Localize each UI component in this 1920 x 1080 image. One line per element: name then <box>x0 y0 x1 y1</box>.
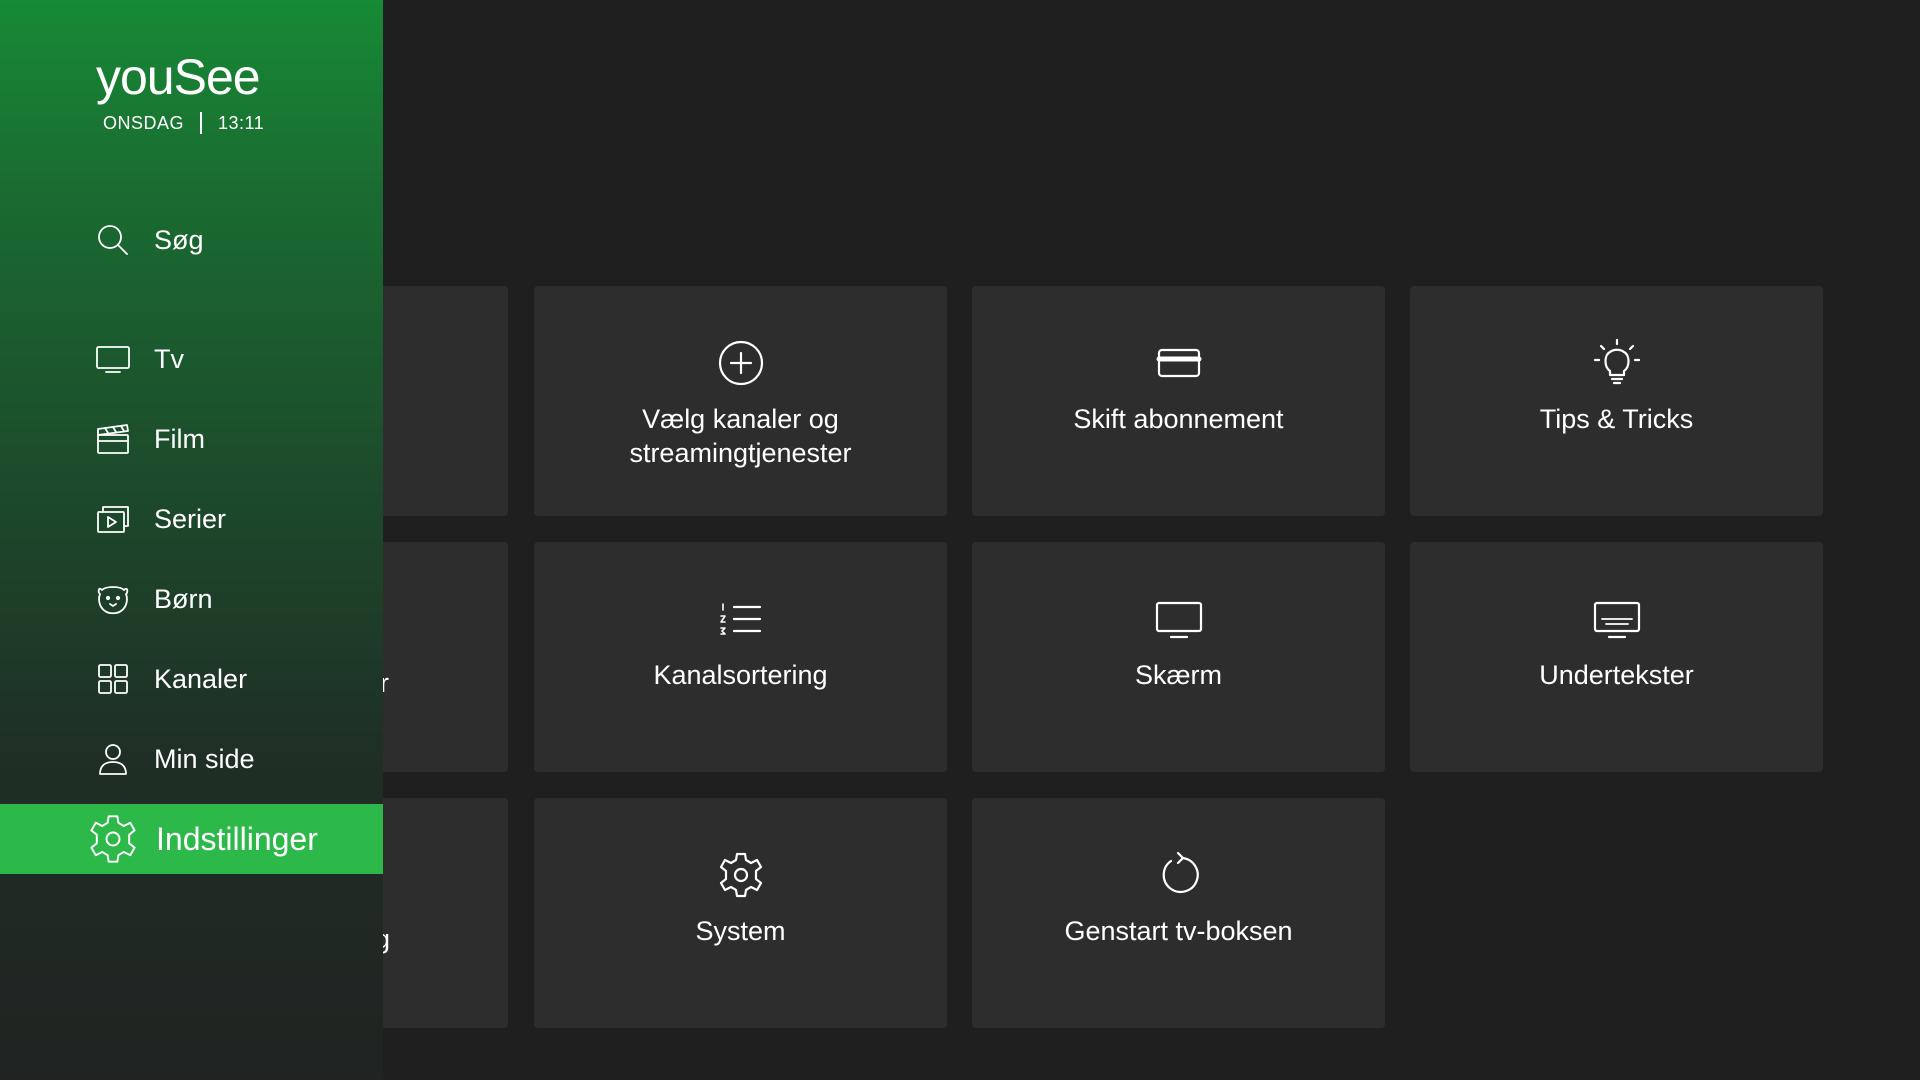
sidebar-item-label: Søg <box>154 224 204 255</box>
sidebar-item-label: Indstillinger <box>156 820 318 857</box>
brand-header: youSee ONSDAG 13:11 <box>96 48 264 134</box>
grid-icon <box>94 660 132 698</box>
tile-channel-sorting[interactable]: Kanalsortering <box>534 542 947 772</box>
tile-label: Kanalsortering <box>653 660 828 690</box>
tile-choose-channels[interactable]: Vælg kanaler og streamingtjenester <box>534 286 947 516</box>
date-time: ONSDAG 13:11 <box>103 112 264 134</box>
sidebar-item-channels[interactable]: Kanaler <box>0 644 383 714</box>
tile-label: System <box>695 916 786 946</box>
restart-icon <box>1154 850 1204 900</box>
sidebar-item-label: Min side <box>154 743 255 774</box>
sidebar-item-label: Film <box>154 423 205 454</box>
yousee-logo: youSee <box>96 49 261 105</box>
tile-subtitles[interactable]: Undertekster <box>1410 542 1823 772</box>
divider <box>200 112 203 134</box>
settings-screen: r g Vælg kanaler og streamingtjenester S… <box>0 0 1920 1080</box>
tile-label: Tips & Tricks <box>1539 404 1694 434</box>
tv-icon <box>94 340 132 378</box>
sidebar-item-kids[interactable]: Børn <box>0 564 383 634</box>
tile-label: Vælg kanaler og streamingtjenester <box>629 404 852 468</box>
clock-label: 13:11 <box>218 112 265 133</box>
weekday-label: ONSDAG <box>103 112 185 133</box>
clapperboard-icon <box>94 420 132 458</box>
tile-label: Skærm <box>1135 660 1222 690</box>
tile-tips-tricks[interactable]: Tips & Tricks <box>1410 286 1823 516</box>
sidebar-item-settings[interactable]: Indstillinger <box>0 804 383 874</box>
sidebar-item-series[interactable]: Serier <box>0 484 383 554</box>
lightbulb-icon <box>1592 338 1642 388</box>
search-icon <box>94 221 132 259</box>
tile-change-subscription[interactable]: Skift abonnement <box>972 286 1385 516</box>
user-icon <box>94 740 132 778</box>
numbered-list-icon <box>716 594 766 644</box>
sidebar-item-label: Børn <box>154 583 213 614</box>
sidebar-item-search[interactable]: Søg <box>0 205 383 275</box>
gear-icon <box>86 812 140 866</box>
gear-icon <box>716 850 766 900</box>
tile-label: Genstart tv-boksen <box>1064 916 1293 946</box>
subtitles-icon <box>1592 594 1642 644</box>
monitor-icon <box>1154 594 1204 644</box>
tile-screen[interactable]: Skærm <box>972 542 1385 772</box>
series-icon <box>94 500 132 538</box>
plus-circle-icon <box>716 338 766 388</box>
sidebar-item-film[interactable]: Film <box>0 404 383 474</box>
credit-card-icon <box>1154 338 1204 388</box>
sidebar-item-tv[interactable]: Tv <box>0 324 383 394</box>
sidebar-item-label: Tv <box>154 343 184 374</box>
tile-label: Skift abonnement <box>1073 404 1284 434</box>
sidebar-menu: youSee ONSDAG 13:11 Søg Tv Film Serier B… <box>0 0 383 1080</box>
sidebar-item-label: Serier <box>154 503 227 534</box>
tile-label: Undertekster <box>1539 660 1694 690</box>
tile-system[interactable]: System <box>534 798 947 1028</box>
tile-restart-box[interactable]: Genstart tv-boksen <box>972 798 1385 1028</box>
sidebar-item-my-page[interactable]: Min side <box>0 724 383 794</box>
sidebar-item-label: Kanaler <box>154 663 248 694</box>
kids-bear-icon <box>94 580 132 618</box>
